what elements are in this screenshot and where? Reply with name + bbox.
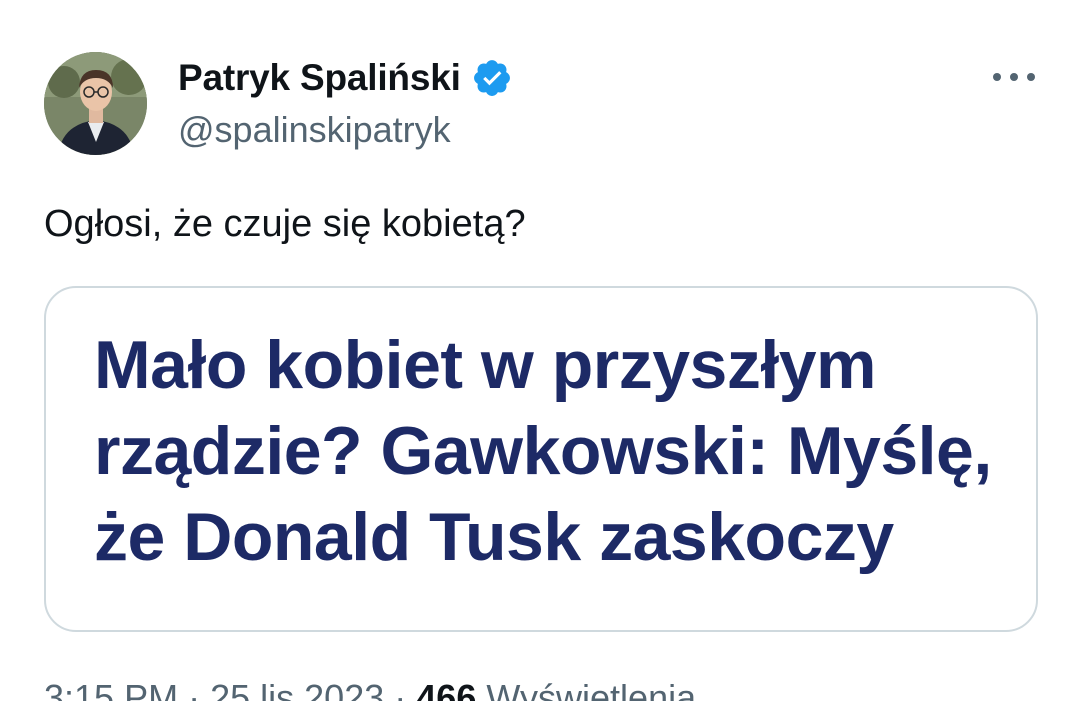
display-name[interactable]: Patryk Spaliński — [178, 56, 461, 100]
verified-badge-icon[interactable] — [471, 57, 513, 99]
views-label: Wyświetlenia — [486, 677, 697, 701]
avatar[interactable] — [44, 52, 147, 155]
meta-separator: · — [188, 677, 201, 701]
more-dots-icon[interactable] — [990, 62, 1038, 92]
author-handle[interactable]: @spalinskipatryk — [178, 108, 451, 152]
dot — [1010, 73, 1018, 81]
meta-separator: · — [394, 677, 407, 701]
tweet-meta: 3:15 PM · 25 lis 2023 · 466 Wyświetlenia — [44, 676, 696, 701]
media-image-card[interactable]: Mało kobiet w przyszłym rządzie? Gawkows… — [44, 286, 1038, 632]
dot — [1027, 73, 1035, 81]
dot — [993, 73, 1001, 81]
tweet-time[interactable]: 3:15 PM — [44, 677, 178, 701]
media-headline: Mało kobiet w przyszłym rządzie? Gawkows… — [94, 327, 992, 575]
tweet-text: Ogłosi, że czuje się kobietą? — [44, 203, 526, 245]
author-name-row: Patryk Spaliński — [178, 56, 513, 100]
tweet: Patryk Spaliński @spalinskipatryk Ogłosi… — [0, 0, 1080, 701]
tweet-date[interactable]: 25 lis 2023 — [210, 677, 384, 701]
views-count: 466 — [416, 677, 477, 701]
profile-photo — [44, 52, 147, 155]
